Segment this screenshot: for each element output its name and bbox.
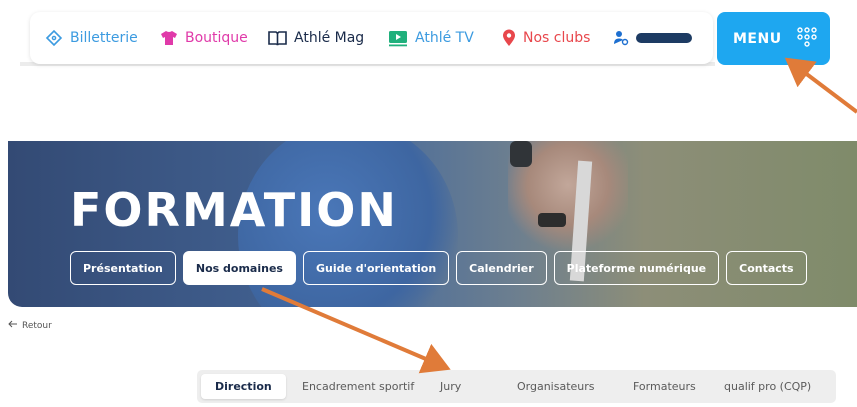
redacted-username	[636, 33, 692, 43]
utility-bar: Billetterie Boutique Athlé Mag Athlé TV …	[30, 12, 713, 64]
arrow-left-icon	[8, 320, 18, 331]
athle-tv-link[interactable]: Athlé TV	[388, 12, 474, 64]
athle-mag-link[interactable]: Athlé Mag	[268, 12, 364, 64]
page: Billetterie Boutique Athlé Mag Athlé TV …	[0, 0, 857, 407]
subtab-organisateurs[interactable]: Organisateurs	[517, 370, 595, 403]
map-pin-icon	[502, 29, 516, 47]
tab-nos-domaines[interactable]: Nos domaines	[182, 251, 296, 285]
section-tabs: Présentation Nos domaines Guide d'orient…	[70, 251, 807, 285]
book-icon	[268, 30, 287, 46]
tab-plateforme-numerique[interactable]: Plateforme numérique	[553, 251, 720, 285]
athle-tv-label: Athlé TV	[415, 30, 474, 46]
tab-calendrier[interactable]: Calendrier	[456, 251, 547, 285]
menu-button[interactable]: MENU	[717, 12, 830, 65]
menu-label: MENU	[733, 30, 782, 47]
subtab-encadrement-sportif[interactable]: Encadrement sportif	[302, 370, 414, 403]
tab-guide-orientation[interactable]: Guide d'orientation	[302, 251, 450, 285]
page-title: FORMATION	[70, 183, 398, 237]
domain-subtabs: Direction Encadrement sportif Jury Organ…	[197, 370, 836, 403]
nos-clubs-label: Nos clubs	[523, 30, 591, 46]
nos-clubs-link[interactable]: Nos clubs	[502, 12, 590, 64]
tv-icon	[388, 30, 408, 47]
tshirt-icon	[160, 30, 178, 46]
hero-photo-handle	[510, 141, 532, 167]
billetterie-link[interactable]: Billetterie	[45, 12, 138, 64]
subtab-jury[interactable]: Jury	[440, 370, 461, 403]
tab-presentation[interactable]: Présentation	[70, 251, 176, 285]
subtab-qualif-pro-cqp[interactable]: qualif pro (CQP)	[724, 370, 811, 403]
user-account-link[interactable]	[613, 12, 692, 64]
subtab-formateurs[interactable]: Formateurs	[633, 370, 696, 403]
user-icon	[613, 30, 629, 46]
boutique-label: Boutique	[185, 30, 248, 46]
subtab-direction[interactable]: Direction	[201, 374, 286, 399]
tab-contacts[interactable]: Contacts	[726, 251, 807, 285]
billetterie-label: Billetterie	[70, 30, 138, 46]
ticket-icon	[45, 29, 63, 47]
boutique-link[interactable]: Boutique	[160, 12, 248, 64]
dots-grid-icon	[796, 26, 818, 52]
hero-photo-watch	[538, 213, 566, 227]
annotation-arrow-menu	[784, 57, 857, 114]
athle-mag-label: Athlé Mag	[294, 30, 365, 46]
back-link[interactable]: Retour	[8, 320, 52, 331]
hero-banner: FORMATION Présentation Nos domaines Guid…	[8, 141, 857, 307]
back-label: Retour	[22, 320, 52, 331]
